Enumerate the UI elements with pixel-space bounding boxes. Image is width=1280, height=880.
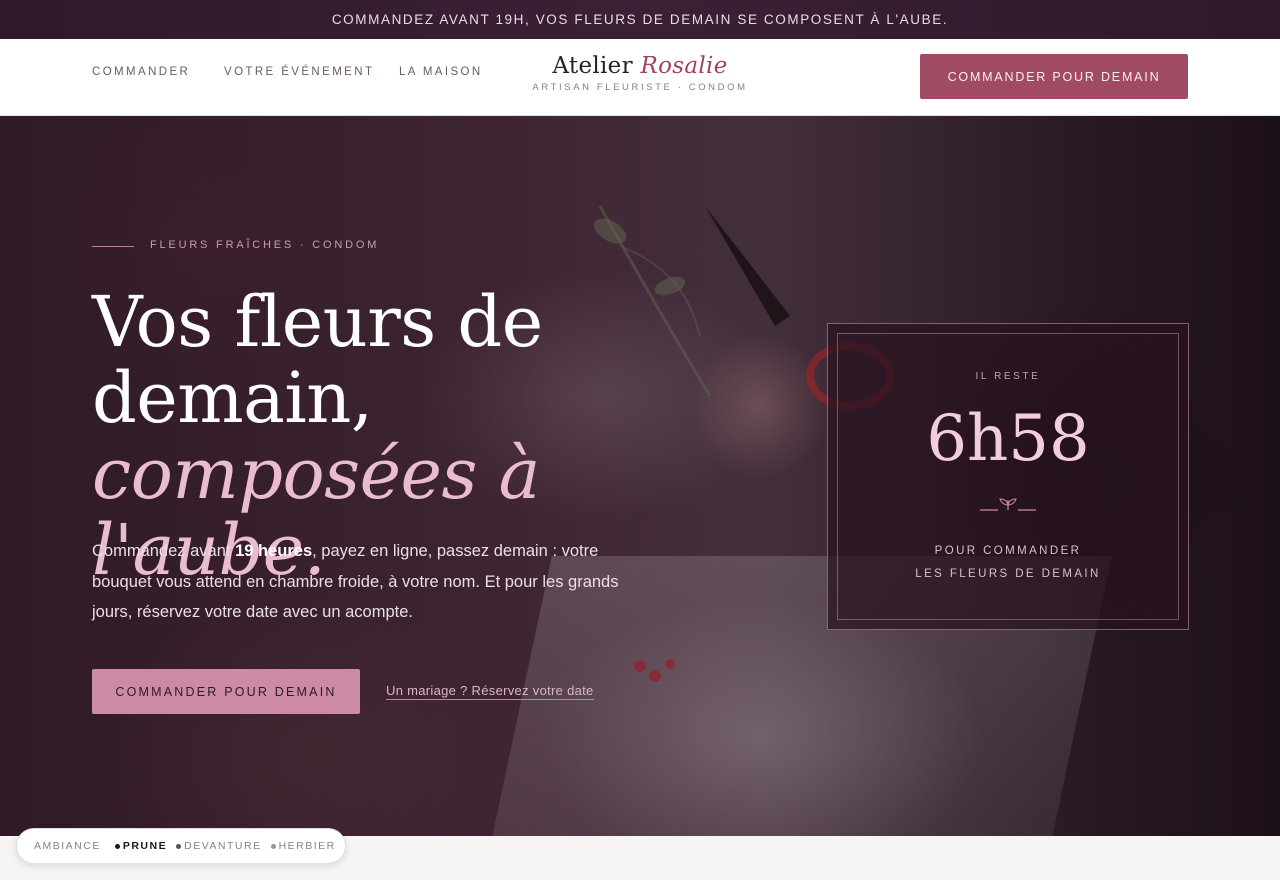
hero-eyebrow: FLEURS FRAÎCHES · CONDOM xyxy=(150,239,380,251)
ambiance-option-herbier[interactable]: HERBIER xyxy=(270,840,336,852)
lede-part-1: Commandez avant xyxy=(92,542,236,560)
eyebrow-rule xyxy=(92,246,134,247)
hero: FLEURS FRAÎCHES · CONDOM Vos fleurs de d… xyxy=(0,116,1280,836)
ambiance-option-label: PRUNE xyxy=(122,840,168,852)
hero-lede: Commandez avant 19 heures, payez en lign… xyxy=(92,536,632,628)
logo-name: Atelier Rosalie xyxy=(500,53,780,79)
logo-name-first: Atelier xyxy=(552,53,633,79)
ambiance-option-prune[interactable]: PRUNE xyxy=(114,840,168,852)
dot-icon xyxy=(270,843,276,849)
nav-votre-evenement[interactable]: VOTRE ÉVÉNEMENT xyxy=(224,66,374,78)
logo[interactable]: Atelier Rosalie ARTISAN FLEURISTE · COND… xyxy=(500,53,780,93)
logo-tagline: ARTISAN FLEURISTE · CONDOM xyxy=(532,82,748,93)
dot-icon xyxy=(176,843,182,849)
announcement-text: COMMANDEZ AVANT 19H, VOS FLEURS DE DEMAI… xyxy=(331,12,949,27)
countdown-card: IL RESTE 6h58 POUR COMMANDER LES FLEURS … xyxy=(827,323,1189,630)
ambiance-option-devanture[interactable]: DEVANTURE xyxy=(176,840,261,852)
countdown-sub-line2: LES FLEURS DE DEMAIN xyxy=(915,568,1101,580)
announcement-bar: COMMANDEZ AVANT 19H, VOS FLEURS DE DEMAI… xyxy=(0,0,1280,39)
ambiance-option-label: HERBIER xyxy=(278,840,336,852)
countdown-label: IL RESTE xyxy=(975,371,1041,382)
wedding-link[interactable]: Un mariage ? Réservez votre date xyxy=(386,683,594,700)
nav-commander[interactable]: COMMANDER xyxy=(92,66,190,78)
sprig-icon xyxy=(980,498,1036,511)
ambiance-switcher: AMBIANCE PRUNE DEVANTURE HERBIER xyxy=(16,828,346,864)
countdown-sub-line1: POUR COMMANDER xyxy=(934,545,1082,557)
hero-title-line2: demain, xyxy=(92,357,373,439)
countdown-subtitle: POUR COMMANDER LES FLEURS DE DEMAIN xyxy=(828,540,1188,586)
hero-title-line1: Vos fleurs de xyxy=(92,281,543,363)
lede-bold: 19 heures xyxy=(235,542,313,560)
nav-la-maison[interactable]: LA MAISON xyxy=(399,66,483,78)
dot-icon xyxy=(114,843,120,849)
site-header: COMMANDER VOTRE ÉVÉNEMENT LA MAISON Atel… xyxy=(0,39,1280,116)
ambiance-title: AMBIANCE xyxy=(34,840,101,852)
ambiance-option-label: DEVANTURE xyxy=(184,840,262,852)
countdown-time: 6h58 xyxy=(926,402,1090,476)
hero-order-button[interactable]: COMMANDER POUR DEMAIN xyxy=(92,669,360,714)
header-order-button[interactable]: COMMANDER POUR DEMAIN xyxy=(920,54,1188,99)
logo-name-second: Rosalie xyxy=(640,53,728,79)
